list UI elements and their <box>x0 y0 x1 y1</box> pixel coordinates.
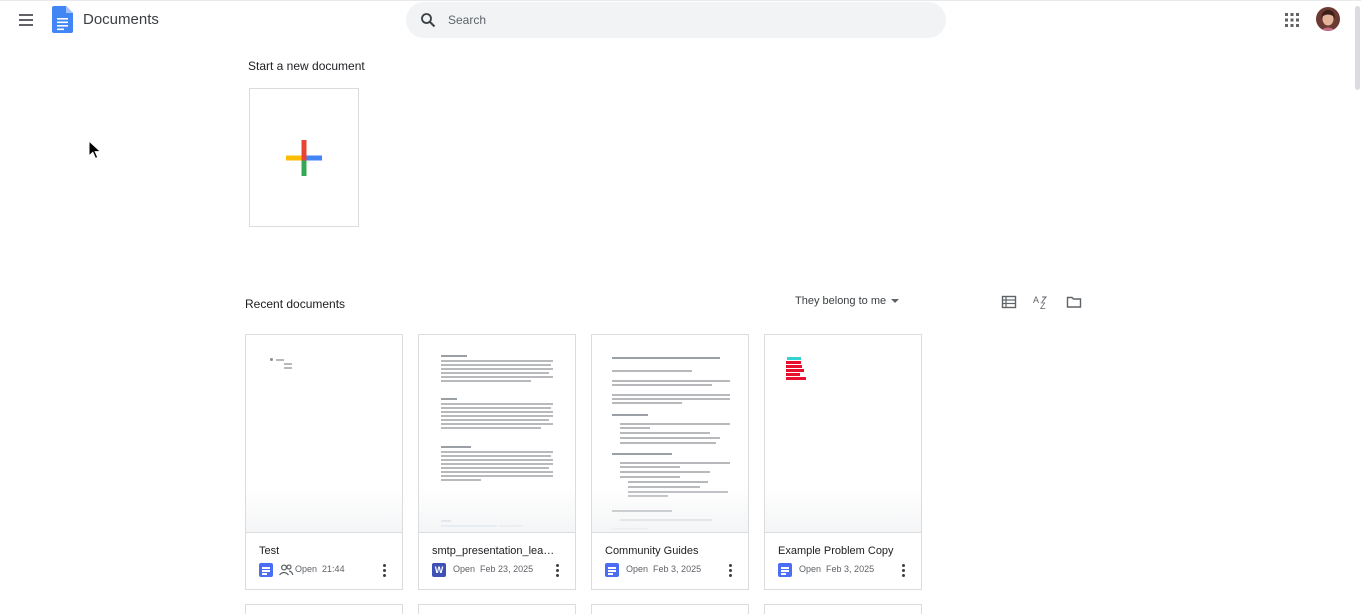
document-card-partial[interactable] <box>418 604 576 614</box>
document-card[interactable]: Test Open 21:44 <box>245 334 403 590</box>
document-thumbnail[interactable] <box>246 335 402 533</box>
header-divider <box>0 0 1361 1</box>
search-icon[interactable] <box>420 12 436 28</box>
user-avatar[interactable] <box>1316 7 1340 31</box>
new-document-heading: Start a new document <box>248 59 365 73</box>
more-options-button[interactable] <box>378 561 390 579</box>
document-title[interactable]: Community Guides <box>605 545 729 557</box>
document-title[interactable]: Example Problem Copy <box>778 545 902 557</box>
modified-date: 21:44 <box>322 564 345 574</box>
document-title[interactable]: Test <box>259 545 383 557</box>
page-scrollbar[interactable] <box>1354 0 1361 609</box>
main-menu-button[interactable] <box>14 8 38 32</box>
document-open-date: Open 21:44 <box>295 564 345 574</box>
document-thumbnail[interactable] <box>592 335 748 533</box>
open-label: Open <box>453 564 476 574</box>
folder-picker-icon[interactable] <box>1066 294 1082 310</box>
hamburger-menu-icon <box>19 14 33 16</box>
open-label: Open <box>799 564 822 574</box>
document-title[interactable]: smtp_presentation_leandro <box>432 545 556 557</box>
open-label: Open <box>295 564 318 574</box>
svg-text:Z: Z <box>1040 301 1046 310</box>
owner-filter-label: They belong to me <box>795 295 887 307</box>
svg-text:A: A <box>1033 295 1039 305</box>
modified-date: Feb 23, 2025 <box>480 564 534 574</box>
search-bar[interactable] <box>406 2 946 38</box>
document-card-partial[interactable] <box>764 604 922 614</box>
shared-people-icon <box>279 564 294 576</box>
google-docs-icon <box>259 563 273 577</box>
document-card-partial[interactable] <box>245 604 403 614</box>
google-docs-icon <box>778 563 792 577</box>
document-thumbnail[interactable] <box>419 335 575 533</box>
docs-logo-icon[interactable] <box>52 6 73 33</box>
document-card[interactable]: Community Guides Open Feb 3, 2025 <box>591 334 749 590</box>
hamburger-menu-icon-bar <box>19 24 33 26</box>
sort-az-icon[interactable]: A Z <box>1033 294 1049 310</box>
document-card-partial[interactable] <box>591 604 749 614</box>
caret-down-icon <box>891 299 900 304</box>
app-title[interactable]: Documents <box>83 11 159 28</box>
modified-date: Feb 3, 2025 <box>653 564 702 574</box>
search-input[interactable] <box>448 2 928 38</box>
document-card[interactable]: Example Problem Copy Open Feb 3, 2025 <box>764 334 922 590</box>
list-view-icon[interactable] <box>1001 294 1017 310</box>
open-label: Open <box>626 564 649 574</box>
more-options-button[interactable] <box>551 561 563 579</box>
document-open-date: Open Feb 3, 2025 <box>626 564 701 574</box>
blank-document-template[interactable] <box>249 88 359 227</box>
mouse-pointer-icon <box>88 140 102 160</box>
modified-date: Feb 3, 2025 <box>826 564 875 574</box>
word-docx-icon: W <box>432 563 446 577</box>
scrollbar-thumb[interactable] <box>1355 6 1360 90</box>
document-thumbnail[interactable] <box>765 335 921 533</box>
recent-documents-heading: Recent documents <box>245 297 346 311</box>
document-open-date: Open Feb 3, 2025 <box>799 564 874 574</box>
document-card[interactable]: smtp_presentation_leandro W Open Feb 23,… <box>418 334 576 590</box>
colored-plus-icon <box>286 140 322 176</box>
more-options-button[interactable] <box>724 561 736 579</box>
owner-filter-dropdown[interactable]: They belong to me <box>795 295 900 307</box>
google-docs-icon <box>605 563 619 577</box>
more-options-button[interactable] <box>897 561 909 579</box>
hamburger-menu-icon-bar <box>19 19 33 21</box>
google-apps-grid-icon[interactable] <box>1284 12 1300 28</box>
document-open-date: Open Feb 23, 2025 <box>453 564 533 574</box>
